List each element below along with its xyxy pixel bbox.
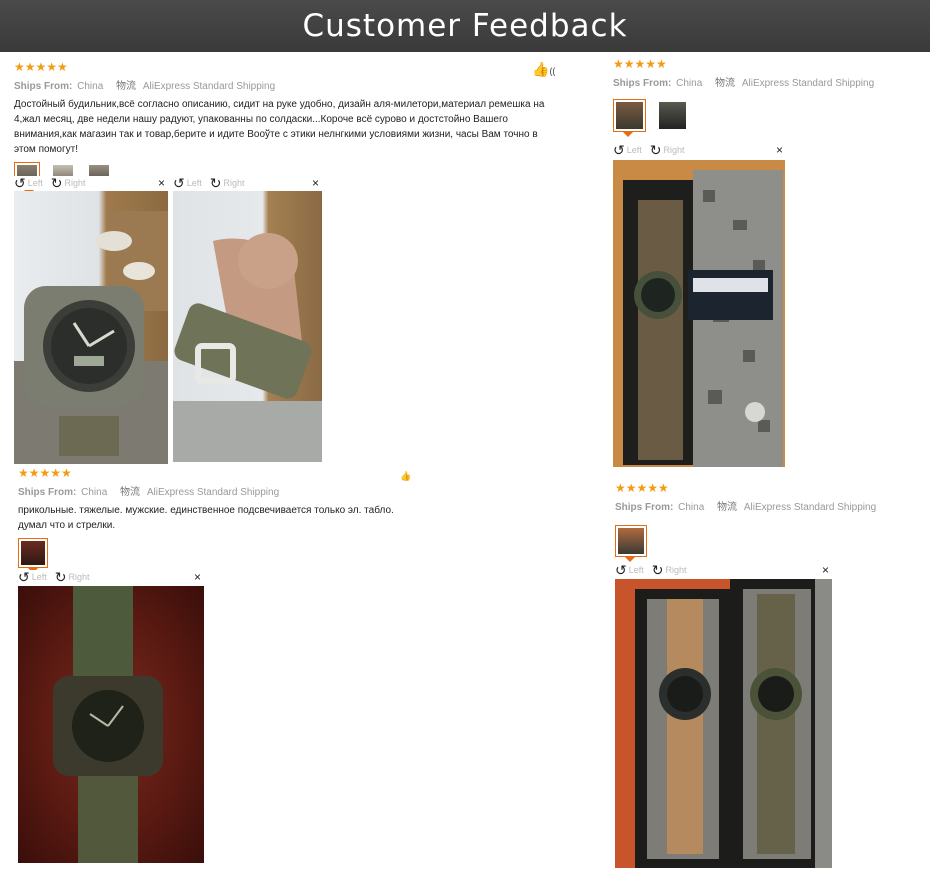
- star-rating: ★★★★★: [615, 481, 669, 495]
- watch-photo-illustration: [173, 233, 322, 462]
- rotate-left-button[interactable]: ↺ Left: [615, 562, 644, 578]
- rotate-right-button[interactable]: ↻ Right: [54, 569, 90, 585]
- review-card: ★★★★★ Ships From: China 物流 AliExpress St…: [613, 57, 913, 137]
- rotate-right-button[interactable]: ↻ Right: [50, 175, 86, 191]
- thumbs-up-icon: 👍: [532, 61, 550, 77]
- rotate-left-icon: ↺: [18, 569, 30, 585]
- shipping-info: Ships From: China 物流 AliExpress Standard…: [14, 77, 559, 92]
- rotate-right-label: Right: [663, 145, 685, 155]
- close-icon[interactable]: ×: [158, 176, 165, 190]
- rotate-left-label: Left: [186, 178, 202, 188]
- viewer-toolbar: ↺ Left ↻ Right ×: [173, 176, 321, 190]
- review-photo: [14, 191, 168, 464]
- rotate-right-button[interactable]: ↻ Right: [209, 175, 245, 191]
- review-text: прикольные. тяжелые. мужские. единственн…: [18, 505, 394, 531]
- rotate-right-label: Right: [665, 565, 687, 575]
- review-card: ★★★★★ Ships From: China 物流 AliExpress St…: [18, 466, 423, 573]
- ships-from-label: Ships From:: [18, 487, 77, 498]
- shipping-info: Ships From: China 物流 AliExpress Standard…: [613, 74, 913, 89]
- ships-from-value: China: [81, 487, 108, 498]
- rotate-left-label: Left: [31, 572, 47, 582]
- shipping-company-label: 物流: [715, 78, 736, 89]
- image-viewer: ↺ Left ↻ Right ×: [615, 563, 831, 577]
- shipping-info: Ships From: China 物流 AliExpress Standard…: [18, 483, 423, 498]
- viewer-toolbar: ↺ Left ↻ Right ×: [14, 176, 167, 190]
- photo-thumbnail[interactable]: [18, 538, 48, 573]
- ships-from-label: Ships From:: [615, 502, 674, 513]
- rotate-left-label: Left: [27, 178, 43, 188]
- close-icon[interactable]: ×: [822, 563, 829, 577]
- ships-from-value: China: [77, 81, 104, 92]
- watch-photo-illustration: [635, 579, 832, 868]
- shipping-method: AliExpress Standard Shipping: [743, 502, 877, 513]
- viewer-toolbar: ↺ Left ↻ Right ×: [613, 143, 785, 157]
- image-viewer: ↺ Left ↻ Right ×: [18, 570, 203, 584]
- page-title: Customer Feedback: [302, 8, 628, 44]
- rotate-right-icon: ↻: [651, 562, 664, 578]
- rotate-left-icon: ↺: [615, 562, 627, 578]
- rotate-left-icon: ↺: [613, 142, 625, 158]
- close-icon[interactable]: ×: [776, 143, 783, 157]
- shipping-company-label: 物流: [717, 502, 738, 513]
- rotate-right-button[interactable]: ↻ Right: [649, 142, 685, 158]
- review-card: ★★★★★ Ships From: China 物流 AliExpress St…: [14, 60, 559, 195]
- star-rating: ★★★★★: [613, 57, 667, 71]
- watch-photo-illustration: [14, 211, 168, 464]
- shipping-method: AliExpress Standard Shipping: [146, 487, 280, 498]
- review-card: ★★★★★ Ships From: China 物流 AliExpress St…: [615, 481, 915, 562]
- photo-thumbnail[interactable]: [615, 525, 647, 562]
- thumbs-up-icon: 👍: [400, 471, 412, 481]
- thumbnail-strip: [613, 99, 913, 137]
- rotate-right-icon: ↻: [209, 175, 222, 191]
- review-photo: [173, 191, 322, 462]
- star-rating: ★★★★★: [18, 466, 72, 480]
- rotate-right-label: Right: [223, 178, 245, 188]
- watch-photo-illustration: [53, 586, 163, 863]
- like-button[interactable]: 👍((: [532, 61, 555, 78]
- image-viewer: ↺ Left ↻ Right ×: [613, 143, 785, 157]
- rotate-left-icon: ↺: [173, 175, 185, 191]
- photo-thumbnail[interactable]: [656, 99, 689, 132]
- ships-from-label: Ships From:: [613, 78, 672, 89]
- shipping-info: Ships From: China 物流 AliExpress Standard…: [615, 498, 915, 513]
- ships-from-value: China: [678, 502, 705, 513]
- ships-from-value: China: [676, 78, 703, 89]
- rotate-right-label: Right: [68, 572, 90, 582]
- like-button[interactable]: 👍: [400, 466, 411, 482]
- shipping-company-label: 物流: [116, 81, 137, 92]
- close-icon[interactable]: ×: [312, 176, 319, 190]
- rotate-right-icon: ↻: [649, 142, 662, 158]
- header-banner: Customer Feedback: [0, 0, 930, 52]
- photo-thumbnail[interactable]: [613, 99, 646, 137]
- rotate-left-label: Left: [626, 145, 642, 155]
- viewer-toolbar: ↺ Left ↻ Right ×: [18, 570, 203, 584]
- review-photo: [615, 579, 832, 868]
- shipping-method: AliExpress Standard Shipping: [142, 81, 276, 92]
- rotate-left-button[interactable]: ↺ Left: [18, 569, 47, 585]
- rotate-left-button[interactable]: ↺ Left: [14, 175, 43, 191]
- rotate-right-button[interactable]: ↻ Right: [651, 562, 687, 578]
- watch-photo-illustration: [623, 170, 783, 467]
- shipping-method: AliExpress Standard Shipping: [741, 78, 875, 89]
- like-count: ((: [549, 66, 556, 76]
- rotate-right-icon: ↻: [50, 175, 63, 191]
- rotate-right-label: Right: [64, 178, 86, 188]
- review-photo: [613, 160, 785, 467]
- close-icon[interactable]: ×: [194, 570, 201, 584]
- rotate-right-icon: ↻: [54, 569, 67, 585]
- star-rating: ★★★★★: [14, 60, 68, 74]
- ships-from-label: Ships From:: [14, 81, 73, 92]
- review-text: Достойный будильник,всё согласно описани…: [14, 99, 545, 155]
- rotate-left-icon: ↺: [14, 175, 26, 191]
- image-viewer: ↺ Left ↻ Right ×: [173, 176, 321, 190]
- image-viewer: ↺ Left ↻ Right ×: [14, 176, 167, 190]
- shipping-company-label: 物流: [120, 487, 141, 498]
- rotate-left-button[interactable]: ↺ Left: [173, 175, 202, 191]
- thumbnail-strip: [18, 538, 423, 573]
- review-photo: [18, 586, 204, 863]
- rotate-left-label: Left: [628, 565, 644, 575]
- thumbnail-strip: [615, 525, 915, 562]
- rotate-left-button[interactable]: ↺ Left: [613, 142, 642, 158]
- viewer-toolbar: ↺ Left ↻ Right ×: [615, 563, 831, 577]
